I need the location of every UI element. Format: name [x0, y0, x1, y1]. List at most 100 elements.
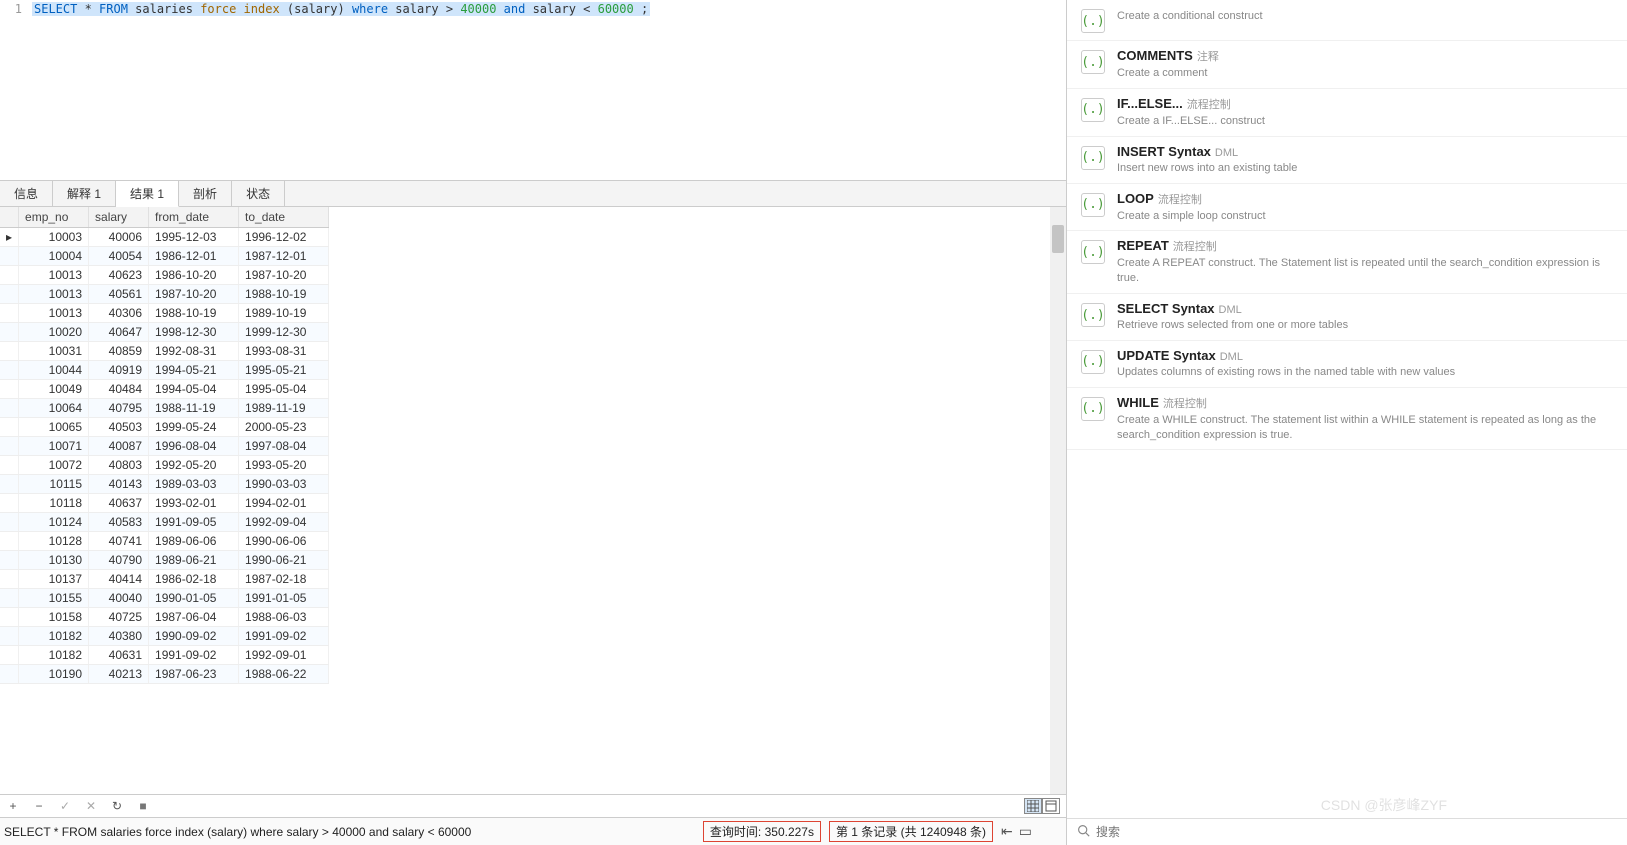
snippet-search-input[interactable] [1096, 825, 1617, 839]
table-row[interactable]: 10013403061988-10-191989-10-19 [0, 304, 329, 323]
tab-0[interactable]: 信息 [0, 181, 53, 206]
add-row-button[interactable]: + [6, 799, 20, 813]
table-row[interactable]: 10128407411989-06-061990-06-06 [0, 532, 329, 551]
snippet-desc: Create A REPEAT construct. The Statement… [1117, 256, 1613, 286]
table-row[interactable]: 10155400401990-01-051991-01-05 [0, 589, 329, 608]
table-row[interactable]: 10013406231986-10-201987-10-20 [0, 266, 329, 285]
snippet-desc: Insert new rows into an existing table [1117, 161, 1613, 176]
tab-2[interactable]: 结果 1 [116, 181, 179, 207]
table-row[interactable]: 10137404141986-02-181987-02-18 [0, 570, 329, 589]
snippet-title: WHILE [1117, 395, 1159, 410]
apply-button[interactable]: ✓ [58, 799, 72, 813]
snippet-icon: (.) [1081, 240, 1105, 264]
grid-toolbar: + − ✓ ✕ ↻ ■ [0, 794, 1066, 817]
snippet-tag: DML [1220, 351, 1243, 363]
snippet-icon: (.) [1081, 303, 1105, 327]
status-sql-text: SELECT * FROM salaries force index (sala… [4, 825, 471, 839]
table-row[interactable]: 10031408591992-08-311993-08-31 [0, 342, 329, 361]
snippet-title: REPEAT [1117, 238, 1169, 253]
table-row[interactable]: 10182403801990-09-021991-09-02 [0, 627, 329, 646]
table-row[interactable]: 10064407951988-11-191989-11-19 [0, 399, 329, 418]
table-row[interactable]: 10118406371993-02-011994-02-01 [0, 494, 329, 513]
snippet-item[interactable]: (.) UPDATE Syntax DML Updates columns of ex… [1067, 341, 1627, 388]
snippet-desc: Create a WHILE construct. The statement … [1117, 413, 1613, 443]
results-grid[interactable]: emp_nosalaryfrom_dateto_date ▸1000340006… [0, 207, 329, 684]
table-row[interactable]: 10020406471998-12-301999-12-30 [0, 323, 329, 342]
sql-code-line[interactable]: SELECT * FROM salaries force index (sala… [32, 2, 650, 16]
column-header-salary[interactable]: salary [89, 207, 149, 228]
snippet-tag: DML [1219, 304, 1242, 316]
grid-view-button[interactable] [1024, 798, 1042, 814]
vertical-scrollbar[interactable] [1050, 207, 1066, 794]
status-bar: SELECT * FROM salaries force index (sala… [0, 817, 1066, 845]
table-row[interactable]: 10044409191994-05-211995-05-21 [0, 361, 329, 380]
snippet-icon: (.) [1081, 50, 1105, 74]
column-header-to_date[interactable]: to_date [239, 207, 329, 228]
snippet-item[interactable]: (.)INSERT SyntaxDMLInsert new rows into … [1067, 137, 1627, 184]
table-row[interactable]: 10071400871996-08-041997-08-04 [0, 437, 329, 456]
tab-3[interactable]: 剖析 [179, 181, 232, 206]
column-header-from_date[interactable]: from_date [149, 207, 239, 228]
snippet-item[interactable]: (.) Create a conditional construct [1067, 0, 1627, 41]
table-row[interactable]: 10049404841994-05-041995-05-04 [0, 380, 329, 399]
delete-row-button[interactable]: − [32, 799, 46, 813]
snippet-desc: Retrieve rows selected from one or more … [1117, 318, 1613, 333]
table-row[interactable]: 10190402131987-06-231988-06-22 [0, 665, 329, 684]
table-row[interactable]: 10013405611987-10-201988-10-19 [0, 285, 329, 304]
snippet-title: IF...ELSE... [1117, 96, 1183, 111]
table-row[interactable]: 10124405831991-09-051992-09-04 [0, 513, 329, 532]
snippet-item[interactable]: (.) COMMENTS 注释 Create a comment [1067, 41, 1627, 89]
snippet-desc: Create a conditional construct [1117, 9, 1613, 24]
cancel-button[interactable]: ✕ [84, 799, 98, 813]
snippet-tag: 流程控制 [1163, 398, 1207, 410]
snippet-title: INSERT Syntax [1117, 144, 1211, 159]
query-time-badge: 查询时间: 350.227s [703, 821, 821, 842]
snippet-item[interactable]: (.) REPEAT 流程控制 Create A REPEAT construct. … [1067, 231, 1627, 294]
snippet-tag: 流程控制 [1173, 241, 1217, 253]
record-first-icon[interactable]: ⇤ [1001, 823, 1013, 840]
snippet-title: LOOP [1117, 191, 1154, 206]
snippet-item[interactable]: (.)LOOP流程控制Create a simple loop construc… [1067, 184, 1627, 232]
search-icon [1077, 824, 1090, 840]
snippet-tag: DML [1215, 147, 1238, 159]
stop-button[interactable]: ■ [136, 799, 150, 813]
sql-editor[interactable]: 1 SELECT * FROM salaries force index (sa… [0, 0, 1066, 180]
snippet-desc: Create a IF...ELSE... construct [1117, 114, 1613, 129]
table-row[interactable]: 10158407251987-06-041988-06-03 [0, 608, 329, 627]
column-header-emp_no[interactable]: emp_no [19, 207, 89, 228]
table-row[interactable]: 10182406311991-09-021992-09-01 [0, 646, 329, 665]
table-row[interactable]: 10004400541986-12-011987-12-01 [0, 247, 329, 266]
snippet-list: (.) Create a conditional construct (.) COMM… [1067, 0, 1627, 818]
line-number: 1 [0, 2, 32, 16]
snippet-tag: 注释 [1197, 51, 1219, 63]
snippet-search [1067, 818, 1627, 845]
result-tabs: 信息解释 1结果 1剖析状态 [0, 180, 1066, 207]
snippet-desc: Updates columns of existing rows in the … [1117, 365, 1613, 380]
snippet-tag: 流程控制 [1187, 99, 1231, 111]
snippet-icon: (.) [1081, 193, 1105, 217]
snippet-item[interactable]: (.)WHILE流程控制Create a WHILE construct. Th… [1067, 388, 1627, 451]
table-row[interactable]: 10130407901989-06-211990-06-21 [0, 551, 329, 570]
tab-4[interactable]: 状态 [232, 181, 285, 206]
record-box-icon[interactable]: ▭ [1019, 823, 1032, 840]
tab-1[interactable]: 解释 1 [53, 181, 116, 206]
snippet-icon: (.) [1081, 98, 1105, 122]
snippet-desc: Create a comment [1117, 66, 1613, 81]
snippet-title: COMMENTS [1117, 48, 1193, 63]
table-row[interactable]: 10115401431989-03-031990-03-03 [0, 475, 329, 494]
record-count-badge: 第 1 条记录 (共 1240948 条) [829, 821, 993, 842]
refresh-button[interactable]: ↻ [110, 799, 124, 813]
snippet-item[interactable]: (.) SELECT Syntax DML Retrieve rows selecte… [1067, 294, 1627, 341]
form-view-button[interactable] [1042, 798, 1060, 814]
snippet-item[interactable]: (.) IF...ELSE... 流程控制 Create a IF...ELSE...… [1067, 89, 1627, 137]
scrollbar-thumb[interactable] [1052, 225, 1064, 253]
table-row[interactable]: 10065405031999-05-242000-05-23 [0, 418, 329, 437]
snippet-icon: (.) [1081, 350, 1105, 374]
results-grid-wrap: emp_nosalaryfrom_dateto_date ▸1000340006… [0, 207, 1066, 794]
snippet-tag: 流程控制 [1158, 194, 1202, 206]
snippet-title: SELECT Syntax [1117, 301, 1215, 316]
snippet-icon: (.) [1081, 9, 1105, 33]
snippet-title: UPDATE Syntax [1117, 348, 1216, 363]
table-row[interactable]: ▸10003400061995-12-031996-12-02 [0, 228, 329, 247]
table-row[interactable]: 10072408031992-05-201993-05-20 [0, 456, 329, 475]
